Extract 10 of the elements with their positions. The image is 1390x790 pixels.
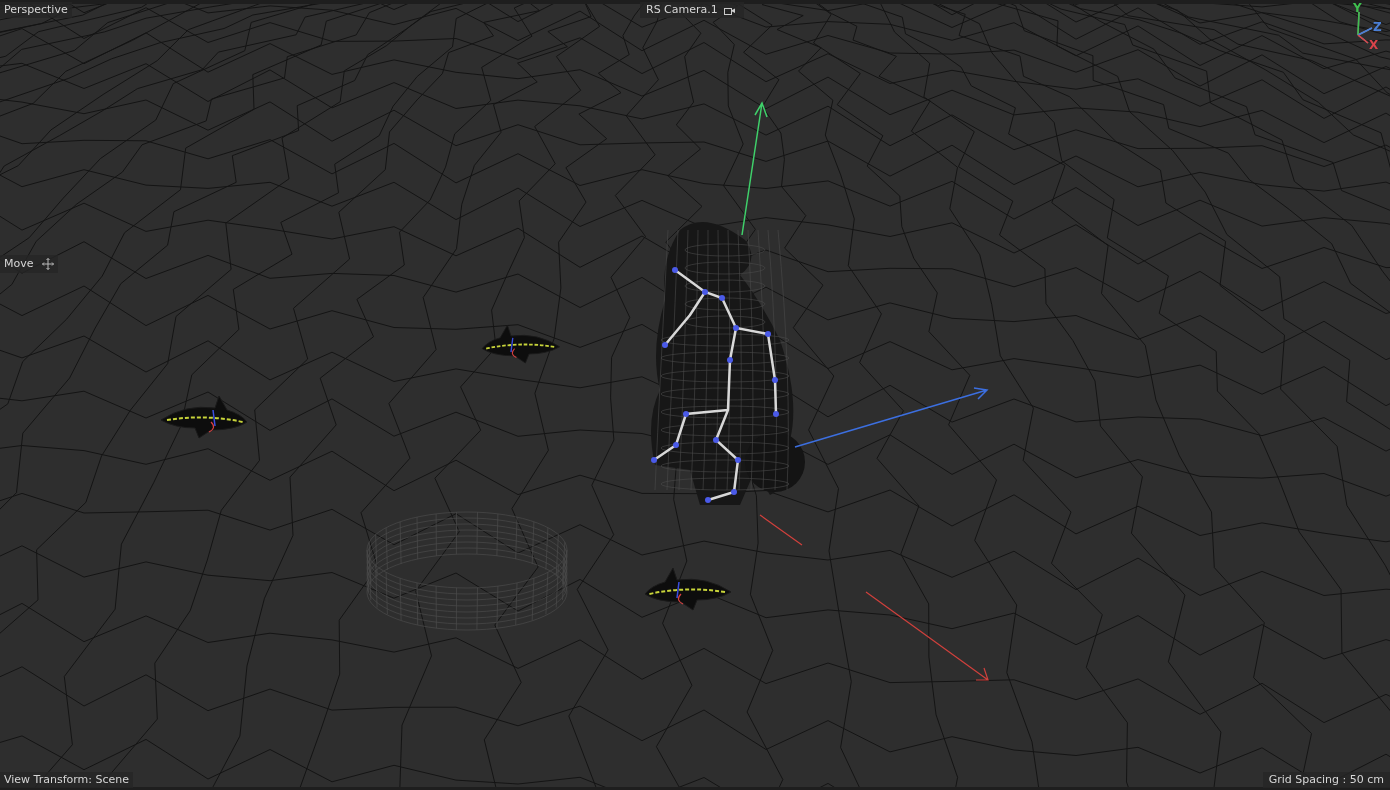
axis-label: Z <box>1373 21 1382 34</box>
grid-spacing-label: Grid Spacing : 50 cm <box>1262 772 1390 788</box>
axis-label: Y <box>1353 2 1362 15</box>
tool-indicator: Move <box>0 255 58 273</box>
move-icon <box>41 258 54 270</box>
axis-label: X <box>1369 39 1379 52</box>
camera-icon <box>723 5 736 15</box>
camera-selector[interactable]: RS Camera.1 <box>640 2 744 18</box>
view-transform-label: View Transform: Scene <box>0 772 134 788</box>
view-name-label[interactable]: Perspective <box>0 2 72 18</box>
